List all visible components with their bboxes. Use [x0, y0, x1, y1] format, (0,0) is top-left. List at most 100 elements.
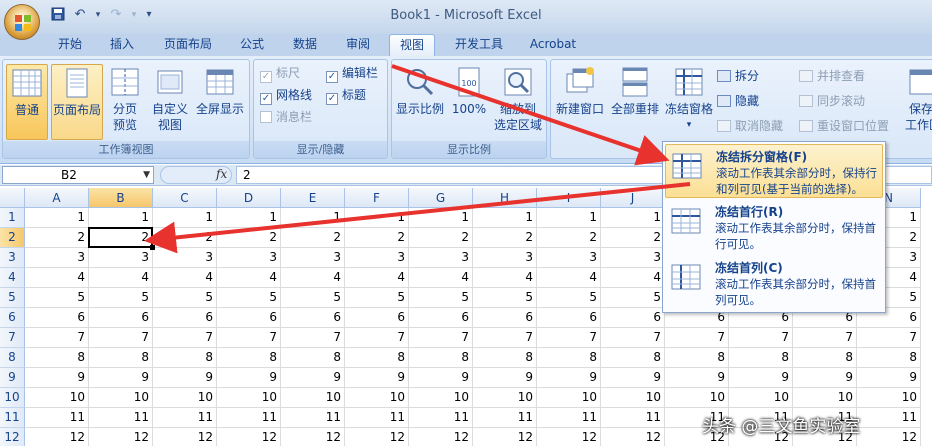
cell-n8[interactable]: 8	[857, 348, 921, 368]
cell-d8[interactable]: 8	[217, 348, 281, 368]
row-header-11[interactable]: 11	[0, 408, 25, 428]
cell-b7[interactable]: 7	[89, 328, 153, 348]
cell-g3[interactable]: 3	[409, 248, 473, 268]
cell-j3[interactable]: 3	[601, 248, 665, 268]
insert-function-icon[interactable]: fx	[216, 167, 227, 181]
column-header-j[interactable]: J	[601, 188, 665, 208]
row-header-2[interactable]: 2	[0, 228, 25, 248]
cell-j5[interactable]: 5	[601, 288, 665, 308]
cell-a8[interactable]: 8	[25, 348, 89, 368]
page-break-preview-button[interactable]: 分页 预览	[107, 64, 143, 132]
zoom-button[interactable]: 显示比例	[394, 64, 446, 116]
cell-i7[interactable]: 7	[537, 328, 601, 348]
cell-a11[interactable]: 11	[25, 408, 89, 428]
fullscreen-button[interactable]: 全屏显示	[193, 64, 247, 116]
cell-g7[interactable]: 7	[409, 328, 473, 348]
cell-m7[interactable]: 7	[793, 328, 857, 348]
cell-d2[interactable]: 2	[217, 228, 281, 248]
sync-scroll-button[interactable]: 同步滚动	[799, 93, 865, 110]
row-header-7[interactable]: 7	[0, 328, 25, 348]
cell-a6[interactable]: 6	[25, 308, 89, 328]
cell-c12[interactable]: 12	[153, 428, 217, 446]
messagebar-checkbox[interactable]: 消息栏	[260, 109, 312, 126]
office-button[interactable]	[4, 4, 40, 40]
row-header-8[interactable]: 8	[0, 348, 25, 368]
row-header-4[interactable]: 4	[0, 268, 25, 288]
cell-e2[interactable]: 2	[281, 228, 345, 248]
cell-h7[interactable]: 7	[473, 328, 537, 348]
column-header-i[interactable]: I	[537, 188, 601, 208]
cell-f1[interactable]: 1	[345, 208, 409, 228]
cell-k9[interactable]: 9	[665, 368, 729, 388]
cell-i2[interactable]: 2	[537, 228, 601, 248]
cell-i4[interactable]: 4	[537, 268, 601, 288]
freeze-top-row-menu-item[interactable]: 冻结首行(R) 滚动工作表其余部分时，保持首行可见。	[665, 200, 883, 254]
cell-k7[interactable]: 7	[665, 328, 729, 348]
cell-c5[interactable]: 5	[153, 288, 217, 308]
cell-j8[interactable]: 8	[601, 348, 665, 368]
cell-d3[interactable]: 3	[217, 248, 281, 268]
cell-h6[interactable]: 6	[473, 308, 537, 328]
zoom-100-button[interactable]: 100 100%	[448, 64, 490, 116]
cell-d7[interactable]: 7	[217, 328, 281, 348]
fill-handle[interactable]	[150, 245, 155, 250]
cell-b6[interactable]: 6	[89, 308, 153, 328]
cell-i5[interactable]: 5	[537, 288, 601, 308]
cell-h5[interactable]: 5	[473, 288, 537, 308]
tab-insert[interactable]: 插入	[102, 34, 142, 56]
cell-e11[interactable]: 11	[281, 408, 345, 428]
cell-j10[interactable]: 10	[601, 388, 665, 408]
row-header-6[interactable]: 6	[0, 308, 25, 328]
cell-a4[interactable]: 4	[25, 268, 89, 288]
cell-f6[interactable]: 6	[345, 308, 409, 328]
cell-b12[interactable]: 12	[89, 428, 153, 446]
cell-j11[interactable]: 11	[601, 408, 665, 428]
cell-l10[interactable]: 10	[729, 388, 793, 408]
cell-d1[interactable]: 1	[217, 208, 281, 228]
column-header-e[interactable]: E	[281, 188, 345, 208]
cell-i12[interactable]: 12	[537, 428, 601, 446]
cell-f3[interactable]: 3	[345, 248, 409, 268]
unhide-button[interactable]: 取消隐藏	[717, 118, 783, 135]
tab-formulas[interactable]: 公式	[232, 34, 272, 56]
arrange-all-button[interactable]: 全部重排	[607, 64, 663, 116]
cell-i3[interactable]: 3	[537, 248, 601, 268]
cell-c9[interactable]: 9	[153, 368, 217, 388]
cell-d5[interactable]: 5	[217, 288, 281, 308]
cell-i11[interactable]: 11	[537, 408, 601, 428]
save-workspace-button[interactable]: 保存 工作区	[905, 64, 932, 132]
tab-view[interactable]: 视图	[389, 34, 435, 57]
cell-d10[interactable]: 10	[217, 388, 281, 408]
column-header-h[interactable]: H	[473, 188, 537, 208]
cell-c11[interactable]: 11	[153, 408, 217, 428]
row-header-5[interactable]: 5	[0, 288, 25, 308]
column-header-g[interactable]: G	[409, 188, 473, 208]
row-header-12[interactable]: 12	[0, 428, 25, 446]
cell-f10[interactable]: 10	[345, 388, 409, 408]
cell-g11[interactable]: 11	[409, 408, 473, 428]
cell-e5[interactable]: 5	[281, 288, 345, 308]
freeze-panes-button[interactable]: 冻结窗格 ▾	[663, 64, 715, 132]
column-header-f[interactable]: F	[345, 188, 409, 208]
cell-l8[interactable]: 8	[729, 348, 793, 368]
select-all-corner[interactable]	[0, 188, 25, 208]
name-box-dropdown-icon[interactable]: ▼	[143, 167, 150, 183]
cell-n7[interactable]: 7	[857, 328, 921, 348]
new-window-button[interactable]: 新建窗口	[553, 64, 607, 116]
cell-h12[interactable]: 12	[473, 428, 537, 446]
cell-b4[interactable]: 4	[89, 268, 153, 288]
cell-n11[interactable]: 11	[857, 408, 921, 428]
tab-home[interactable]: 开始	[50, 34, 90, 56]
cell-a2[interactable]: 2	[25, 228, 89, 248]
cell-j12[interactable]: 12	[601, 428, 665, 446]
cell-h11[interactable]: 11	[473, 408, 537, 428]
column-header-a[interactable]: A	[25, 188, 89, 208]
cell-i9[interactable]: 9	[537, 368, 601, 388]
cell-b9[interactable]: 9	[89, 368, 153, 388]
cell-d6[interactable]: 6	[217, 308, 281, 328]
cell-a10[interactable]: 10	[25, 388, 89, 408]
cell-i6[interactable]: 6	[537, 308, 601, 328]
cell-f12[interactable]: 12	[345, 428, 409, 446]
cell-e10[interactable]: 10	[281, 388, 345, 408]
cell-i8[interactable]: 8	[537, 348, 601, 368]
